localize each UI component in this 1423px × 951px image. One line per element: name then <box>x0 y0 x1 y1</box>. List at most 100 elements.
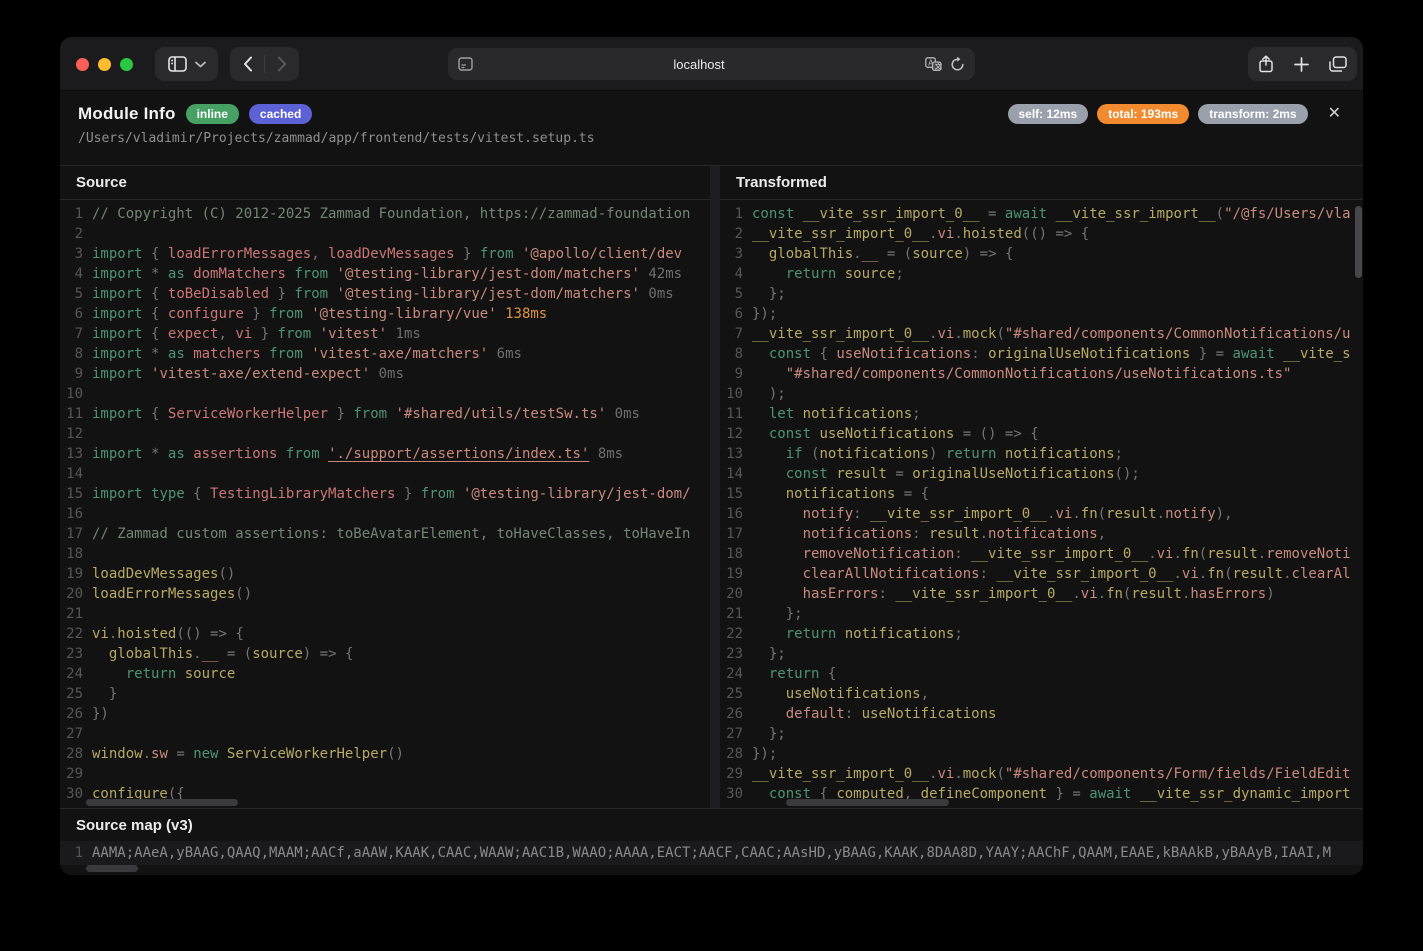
line-number: 21 <box>720 604 752 624</box>
sidebar-toggle-button[interactable] <box>155 47 218 81</box>
horizontal-scrollbar[interactable] <box>786 799 949 806</box>
line-number: 9 <box>60 364 92 384</box>
line-number: 20 <box>720 584 752 604</box>
code-line: 7import { expect, vi } from 'vitest' 1ms <box>60 324 710 344</box>
new-tab-button[interactable] <box>1294 57 1309 72</box>
line-number: 15 <box>720 484 752 504</box>
code-line: 23 globalThis.__ = (source) => { <box>60 644 710 664</box>
line-number: 9 <box>720 364 752 384</box>
line-number: 26 <box>720 704 752 724</box>
close-icon[interactable]: ✕ <box>1324 104 1345 124</box>
code-line: 2__vite_ssr_import_0__.vi.hoisted(() => … <box>720 224 1363 244</box>
code-line: 18 <box>60 544 710 564</box>
browser-toolbar: localhost A 文 <box>60 37 1363 91</box>
code-line: 19 clearAllNotifications: __vite_ssr_imp… <box>720 564 1363 584</box>
code-line: 15import type { TestingLibraryMatchers }… <box>60 484 710 504</box>
line-number: 28 <box>720 744 752 764</box>
sourcemap-line: 1 AAMA;AAeA,yBAAG,QAAQ,MAAM;AACf,aAAW,KA… <box>60 841 1363 865</box>
line-number: 17 <box>720 524 752 544</box>
traffic-lights <box>76 58 133 71</box>
line-number: 28 <box>60 744 92 764</box>
zoom-window-button[interactable] <box>120 58 133 71</box>
share-button[interactable] <box>1258 55 1274 73</box>
line-number: 22 <box>720 624 752 644</box>
forward-button[interactable] <box>265 56 298 72</box>
code-line: 10 <box>60 384 710 404</box>
inline-badge: inline <box>186 104 239 124</box>
module-link[interactable]: './support/assertions/index.ts' <box>328 446 589 462</box>
code-line: 13import * as assertions from './support… <box>60 444 710 464</box>
code-line: 21 <box>60 604 710 624</box>
line-number: 19 <box>60 564 92 584</box>
self-time-badge: self: 12ms <box>1008 104 1089 124</box>
transformed-panel: Transformed 1const __vite_ssr_import_0__… <box>710 166 1363 808</box>
line-number: 26 <box>60 704 92 724</box>
address-bar[interactable]: localhost A 文 <box>448 48 975 80</box>
line-number: 11 <box>60 404 92 424</box>
code-line: 24 return { <box>720 664 1363 684</box>
line-number: 22 <box>60 624 92 644</box>
code-line: 7__vite_ssr_import_0__.vi.mock("#shared/… <box>720 324 1363 344</box>
line-number: 12 <box>60 424 92 444</box>
line-number: 6 <box>60 304 92 324</box>
code-line: 28window.sw = new ServiceWorkerHelper() <box>60 744 710 764</box>
code-line: 6}); <box>720 304 1363 324</box>
code-line: 12 <box>60 424 710 444</box>
code-line: 26}) <box>60 704 710 724</box>
page-settings-icon[interactable] <box>458 57 473 71</box>
code-line: 23 }; <box>720 644 1363 664</box>
code-line: 5import { toBeDisabled } from '@testing-… <box>60 284 710 304</box>
code-line: 28}); <box>720 744 1363 764</box>
code-line: 20 hasErrors: __vite_ssr_import_0__.vi.f… <box>720 584 1363 604</box>
transformed-panel-title: Transformed <box>720 166 1363 200</box>
tabs-icon <box>1329 56 1347 72</box>
transformed-code[interactable]: 1const __vite_ssr_import_0__ = await __v… <box>720 200 1363 804</box>
source-code[interactable]: 1// Copyright (C) 2012-2025 Zammad Found… <box>60 200 710 804</box>
line-number: 16 <box>60 504 92 524</box>
line-number: 2 <box>720 224 752 244</box>
chevron-down-icon <box>195 61 206 68</box>
code-line: 20loadErrorMessages() <box>60 584 710 604</box>
line-number: 7 <box>720 324 752 344</box>
code-line: 3 globalThis.__ = (source) => { <box>720 244 1363 264</box>
line-number: 1 <box>720 204 752 224</box>
line-number: 8 <box>60 344 92 364</box>
sidebar-icon <box>168 56 187 72</box>
code-line: 25 useNotifications, <box>720 684 1363 704</box>
line-number: 30 <box>720 784 752 804</box>
code-panes: Source 1// Copyright (C) 2012-2025 Zamma… <box>60 166 1363 808</box>
code-line: 19loadDevMessages() <box>60 564 710 584</box>
line-number: 2 <box>60 224 92 244</box>
minimize-window-button[interactable] <box>98 58 111 71</box>
line-number: 16 <box>720 504 752 524</box>
toolbar-right-buttons <box>1248 47 1357 81</box>
line-number: 24 <box>720 664 752 684</box>
line-number: 29 <box>60 764 92 784</box>
tab-overview-button[interactable] <box>1329 56 1347 72</box>
code-line: 29__vite_ssr_import_0__.vi.mock("#shared… <box>720 764 1363 784</box>
horizontal-scrollbar[interactable] <box>86 865 138 872</box>
code-line: 9import 'vitest-axe/extend-expect' 0ms <box>60 364 710 384</box>
line-number: 4 <box>60 264 92 284</box>
svg-text:文: 文 <box>935 62 942 71</box>
code-line: 10 ); <box>720 384 1363 404</box>
translate-icon[interactable]: A 文 <box>925 57 942 71</box>
page-title: Module Info <box>78 104 176 124</box>
line-number: 6 <box>720 304 752 324</box>
reload-icon[interactable] <box>950 57 965 72</box>
line-number: 18 <box>60 544 92 564</box>
line-number: 14 <box>60 464 92 484</box>
code-line: 14 const result = originalUseNotificatio… <box>720 464 1363 484</box>
code-line: 21 }; <box>720 604 1363 624</box>
vertical-scrollbar[interactable] <box>1355 206 1362 278</box>
share-icon <box>1258 55 1274 73</box>
line-number: 14 <box>720 464 752 484</box>
line-number: 8 <box>720 344 752 364</box>
code-line: 4import * as domMatchers from '@testing-… <box>60 264 710 284</box>
line-number: 10 <box>720 384 752 404</box>
code-line: 3import { loadErrorMessages, loadDevMess… <box>60 244 710 264</box>
close-window-button[interactable] <box>76 58 89 71</box>
horizontal-scrollbar[interactable] <box>86 799 238 806</box>
back-button[interactable] <box>231 56 264 72</box>
transform-time-badge: transform: 2ms <box>1198 104 1307 124</box>
